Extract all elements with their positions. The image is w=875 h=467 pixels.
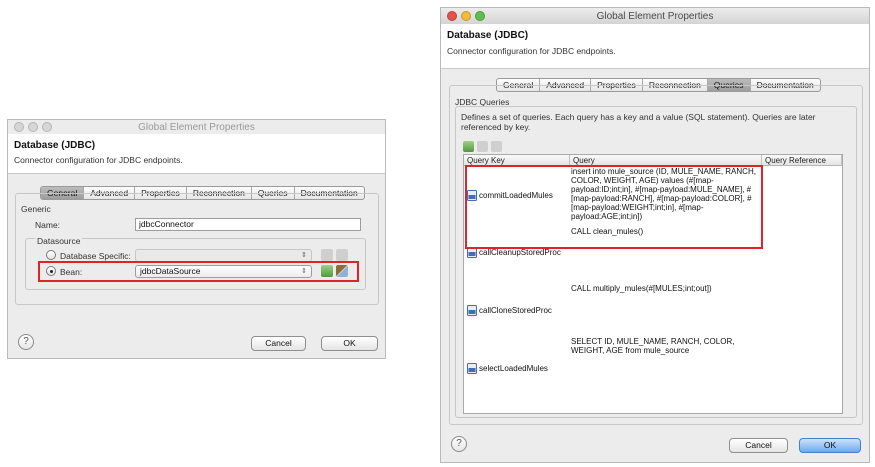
dialog-header: Database (JDBC) Connector configuration … bbox=[441, 24, 869, 69]
dialog-subtitle: Connector configuration for JDBC endpoin… bbox=[14, 155, 183, 165]
cancel-button[interactable]: Cancel bbox=[729, 438, 788, 453]
window-title: Global Element Properties bbox=[596, 10, 714, 22]
group-generic-label: Generic bbox=[21, 204, 51, 214]
combo-arrow-icon: ⇕ bbox=[301, 252, 307, 259]
name-label: Name: bbox=[35, 220, 61, 230]
database-specific-label: Database Specific: bbox=[60, 251, 131, 261]
add-icon[interactable] bbox=[321, 249, 333, 261]
ok-button[interactable]: OK bbox=[321, 336, 378, 351]
right-titlebar: Global Element Properties bbox=[441, 8, 869, 24]
edit-icon[interactable] bbox=[477, 141, 488, 152]
query-key: callCleanupStoredProc bbox=[479, 248, 561, 257]
name-field[interactable]: jdbcConnector bbox=[135, 218, 361, 231]
right-dialog: Global Element Properties Database (JDBC… bbox=[440, 7, 870, 463]
window-title: Global Element Properties bbox=[138, 121, 255, 133]
ok-button[interactable]: OK bbox=[799, 438, 861, 453]
cancel-button[interactable]: Cancel bbox=[251, 336, 306, 351]
sql-query-icon bbox=[467, 305, 477, 316]
help-icon[interactable]: ? bbox=[18, 334, 34, 350]
highlight-box bbox=[38, 261, 359, 282]
left-dialog: Global Element Properties Database (JDBC… bbox=[7, 119, 386, 359]
table-row[interactable]: callCloneStoredProc bbox=[467, 305, 552, 316]
minimize-icon[interactable] bbox=[28, 122, 38, 132]
sql-query-icon bbox=[467, 363, 477, 374]
column-header-query-reference[interactable]: Query Reference bbox=[762, 155, 842, 166]
help-icon[interactable]: ? bbox=[451, 436, 467, 452]
window-controls bbox=[447, 8, 485, 24]
dialog-header: Database (JDBC) Connector configuration … bbox=[8, 134, 385, 174]
database-specific-radio[interactable] bbox=[46, 250, 56, 260]
query-key: callCloneStoredProc bbox=[479, 306, 552, 315]
query-key: selectLoadedMules bbox=[479, 364, 548, 373]
delete-icon[interactable] bbox=[491, 141, 502, 152]
group-datasource-label: Datasource bbox=[35, 236, 83, 246]
left-titlebar: Global Element Properties bbox=[8, 120, 385, 134]
minimize-icon[interactable] bbox=[461, 11, 471, 21]
close-icon[interactable] bbox=[14, 122, 24, 132]
dialog-heading: Database (JDBC) bbox=[447, 30, 529, 41]
dialog-subtitle: Connector configuration for JDBC endpoin… bbox=[447, 46, 616, 56]
edit-icon[interactable] bbox=[336, 249, 348, 261]
zoom-icon[interactable] bbox=[42, 122, 52, 132]
queries-description: Defines a set of queries. Each query has… bbox=[461, 112, 816, 132]
close-icon[interactable] bbox=[447, 11, 457, 21]
highlight-box bbox=[465, 165, 763, 249]
add-icon[interactable] bbox=[463, 141, 474, 152]
query-value: CALL multiply_mules(#[MULES;int;out]) bbox=[571, 284, 712, 293]
dialog-heading: Database (JDBC) bbox=[14, 140, 96, 151]
table-row[interactable]: selectLoadedMules bbox=[467, 363, 548, 374]
window-controls bbox=[14, 120, 52, 134]
query-value: SELECT ID, MULE_NAME, RANCH, COLOR, WEIG… bbox=[571, 337, 735, 355]
zoom-icon[interactable] bbox=[475, 11, 485, 21]
